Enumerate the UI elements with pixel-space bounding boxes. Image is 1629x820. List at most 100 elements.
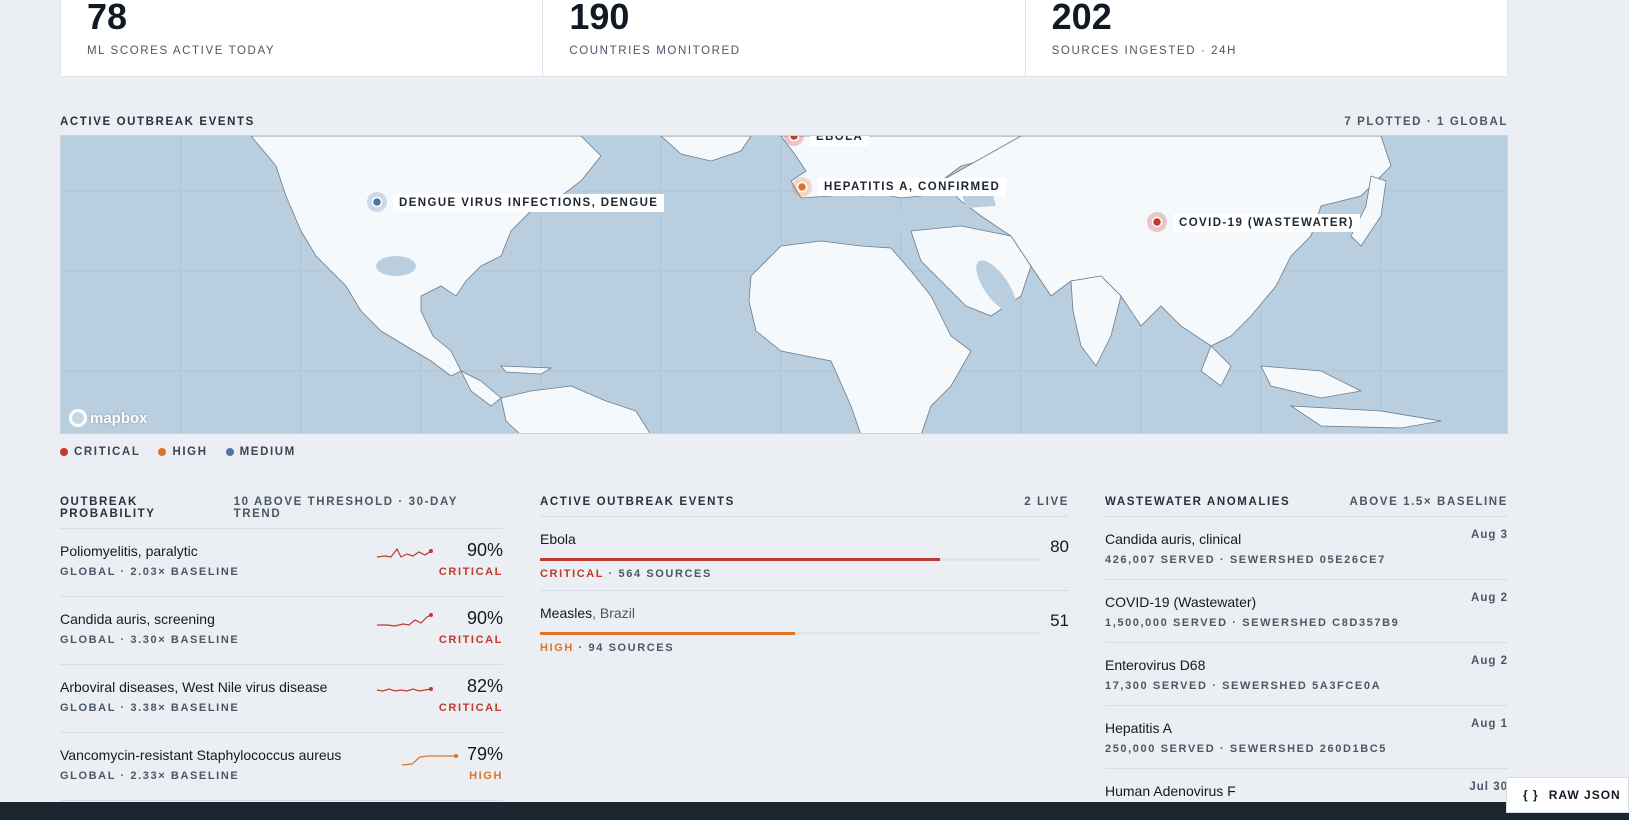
event-meta: HIGH · 94 SOURCES bbox=[540, 642, 674, 654]
stat-label: ML SCORES ACTIVE TODAY bbox=[87, 45, 276, 57]
sewershed-info: 1,500,000 SERVED · SEWERSHED C8D357B9 bbox=[1105, 617, 1400, 629]
baseline-info: GLOBAL · 2.03× BASELINE bbox=[60, 566, 240, 578]
legend-high: HIGH bbox=[158, 446, 207, 458]
probability-row[interactable]: Vancomycin-resistant Staphylococcus aure… bbox=[60, 733, 503, 801]
trend-sparkline bbox=[377, 613, 433, 627]
legend-label: HIGH bbox=[172, 446, 208, 458]
sewershed-info: 17,300 SERVED · SEWERSHED 5A3FCE0A bbox=[1105, 680, 1382, 692]
medium-dot-icon bbox=[225, 448, 234, 456]
legend-label: CRITICAL bbox=[74, 446, 141, 458]
event-row[interactable]: Ebola 80 CRITICAL · 564 SOURCES bbox=[540, 517, 1069, 591]
disease-name: Poliomyelitis, paralytic bbox=[60, 543, 198, 559]
high-dot-icon bbox=[158, 448, 167, 456]
stat-countries: 190 COUNTRIES MONITORED bbox=[543, 0, 1026, 76]
trend-sparkline bbox=[377, 547, 433, 558]
raw-json-button[interactable]: { } RAW JSON bbox=[1506, 777, 1629, 813]
sewershed-info: 426,007 SERVED · SEWERSHED 05E26CE7 bbox=[1105, 554, 1386, 566]
wastewater-anomalies-panel: WASTEWATER ANOMALIES ABOVE 1.5× BASELINE… bbox=[1105, 496, 1508, 820]
critical-dot-icon bbox=[60, 448, 68, 456]
probability-percent: 90% bbox=[466, 540, 503, 560]
panel-summary: ABOVE 1.5× BASELINE bbox=[1349, 496, 1508, 508]
outbreak-probability-panel: OUTBREAK PROBABILITY 10 ABOVE THRESHOLD … bbox=[60, 496, 503, 801]
event-name: Measles, Brazil bbox=[540, 605, 635, 621]
event-row[interactable]: Measles, Brazil 51 HIGH · 94 SOURCES bbox=[540, 591, 1069, 665]
score-bar bbox=[540, 558, 1040, 561]
anomaly-date: Aug 1 bbox=[1471, 718, 1508, 730]
wastewater-row[interactable]: Hepatitis A 250,000 SERVED · SEWERSHED 2… bbox=[1105, 706, 1508, 769]
pathogen-name: Human Adenovirus F bbox=[1105, 783, 1236, 799]
wastewater-row[interactable]: COVID-19 (Wastewater) 1,500,000 SERVED ·… bbox=[1105, 580, 1508, 643]
legend-label: MEDIUM bbox=[239, 446, 296, 458]
event-name: Ebola bbox=[540, 531, 576, 547]
trend-sparkline bbox=[377, 687, 433, 692]
outbreak-map[interactable]: DENGUE VIRUS INFECTIONS, DENGUE EBOLA HE… bbox=[60, 135, 1508, 434]
baseline-info: GLOBAL · 3.38× BASELINE bbox=[60, 702, 240, 714]
pathogen-name: Candida auris, clinical bbox=[1105, 531, 1242, 547]
probability-row[interactable]: Poliomyelitis, paralytic GLOBAL · 2.03× … bbox=[60, 529, 503, 597]
baseline-info: GLOBAL · 3.30× BASELINE bbox=[60, 634, 240, 646]
map-land bbox=[61, 136, 1507, 433]
pin-label[interactable]: HEPATITIS A, CONFIRMED bbox=[818, 178, 1007, 196]
severity-level: CRITICAL bbox=[540, 568, 604, 580]
stat-ml-scores: 78 ML SCORES ACTIVE TODAY bbox=[61, 0, 544, 76]
stat-sources: 202 SOURCES INGESTED · 24H bbox=[1026, 0, 1507, 76]
pin-label[interactable]: DENGUE VIRUS INFECTIONS, DENGUE bbox=[393, 194, 665, 212]
probability-percent: 90% bbox=[466, 608, 503, 628]
stat-value: 202 bbox=[1051, 0, 1112, 37]
anomaly-date: Aug 2 bbox=[1471, 592, 1508, 604]
score-bar bbox=[540, 632, 1040, 635]
severity-legend: CRITICAL HIGH MEDIUM bbox=[60, 446, 296, 458]
trend-sparkline bbox=[402, 754, 458, 766]
probability-percent: 82% bbox=[466, 676, 503, 696]
panel-header: ACTIVE OUTBREAK EVENTS 2 LIVE bbox=[540, 496, 1069, 517]
stats-bar: 78 ML SCORES ACTIVE TODAY 190 COUNTRIES … bbox=[60, 0, 1508, 77]
event-meta: CRITICAL · 564 SOURCES bbox=[540, 568, 712, 580]
event-location: , Brazil bbox=[592, 605, 635, 621]
wastewater-row[interactable]: Candida auris, clinical 426,007 SERVED ·… bbox=[1105, 517, 1508, 580]
score-bar-fill bbox=[540, 558, 940, 561]
map-section-header: ACTIVE OUTBREAK EVENTS 7 PLOTTED · 1 GLO… bbox=[60, 116, 1508, 128]
pin-covid-wastewater[interactable] bbox=[1151, 216, 1163, 228]
mapbox-logo-icon bbox=[69, 409, 87, 427]
pin-hepatitis-a[interactable] bbox=[796, 181, 808, 193]
wastewater-row[interactable]: Enterovirus D68 17,300 SERVED · SEWERSHE… bbox=[1105, 643, 1508, 706]
anomaly-date: Jul 30 bbox=[1469, 781, 1508, 793]
anomaly-date: Aug 3 bbox=[1471, 529, 1508, 541]
news-ticker[interactable] bbox=[0, 802, 1629, 820]
braces-icon: { } bbox=[1523, 788, 1539, 802]
panel-title: ACTIVE OUTBREAK EVENTS bbox=[540, 496, 735, 508]
pin-ebola[interactable] bbox=[788, 136, 800, 142]
panel-header: WASTEWATER ANOMALIES ABOVE 1.5× BASELINE bbox=[1105, 496, 1508, 517]
pin-label[interactable]: EBOLA bbox=[810, 136, 870, 146]
disease-name: Candida auris, screening bbox=[60, 611, 215, 627]
map-section-summary: 7 PLOTTED · 1 GLOBAL bbox=[1344, 116, 1508, 128]
baseline-info: GLOBAL · 2.33× BASELINE bbox=[60, 770, 240, 782]
panel-summary: 10 ABOVE THRESHOLD · 30-DAY TREND bbox=[233, 496, 458, 520]
raw-json-label: RAW JSON bbox=[1548, 788, 1621, 802]
event-score: 51 bbox=[1050, 611, 1069, 630]
event-score: 80 bbox=[1050, 537, 1069, 556]
map-section-title: ACTIVE OUTBREAK EVENTS bbox=[60, 116, 255, 128]
mapbox-attribution[interactable]: mapbox bbox=[69, 409, 148, 427]
probability-row[interactable]: Arboviral diseases, West Nile virus dise… bbox=[60, 665, 503, 733]
event-disease: Measles bbox=[540, 605, 593, 621]
stat-value: 190 bbox=[569, 0, 630, 37]
anomaly-date: Aug 2 bbox=[1471, 655, 1508, 667]
sewershed-info: 250,000 SERVED · SEWERSHED 260D1BC5 bbox=[1105, 743, 1388, 755]
severity-level: HIGH bbox=[540, 642, 574, 654]
stat-label: SOURCES INGESTED · 24H bbox=[1051, 45, 1238, 57]
mapbox-attribution-text: mapbox bbox=[90, 409, 148, 427]
source-count: · 94 SOURCES bbox=[578, 642, 675, 654]
probability-row[interactable]: Candida auris, screening GLOBAL · 3.30× … bbox=[60, 597, 503, 665]
probability-percent: 79% bbox=[466, 744, 503, 764]
panel-header: OUTBREAK PROBABILITY 10 ABOVE THRESHOLD … bbox=[60, 496, 503, 529]
stat-value: 78 bbox=[87, 0, 128, 37]
severity-level: HIGH bbox=[469, 770, 503, 782]
pin-label[interactable]: COVID-19 (WASTEWATER) bbox=[1173, 214, 1360, 232]
legend-critical: CRITICAL bbox=[60, 446, 140, 458]
source-count: · 564 SOURCES bbox=[608, 568, 712, 580]
severity-level: CRITICAL bbox=[438, 634, 503, 646]
pin-dengue[interactable] bbox=[371, 196, 383, 208]
event-disease: Ebola bbox=[540, 531, 576, 547]
legend-medium: MEDIUM bbox=[225, 446, 296, 458]
